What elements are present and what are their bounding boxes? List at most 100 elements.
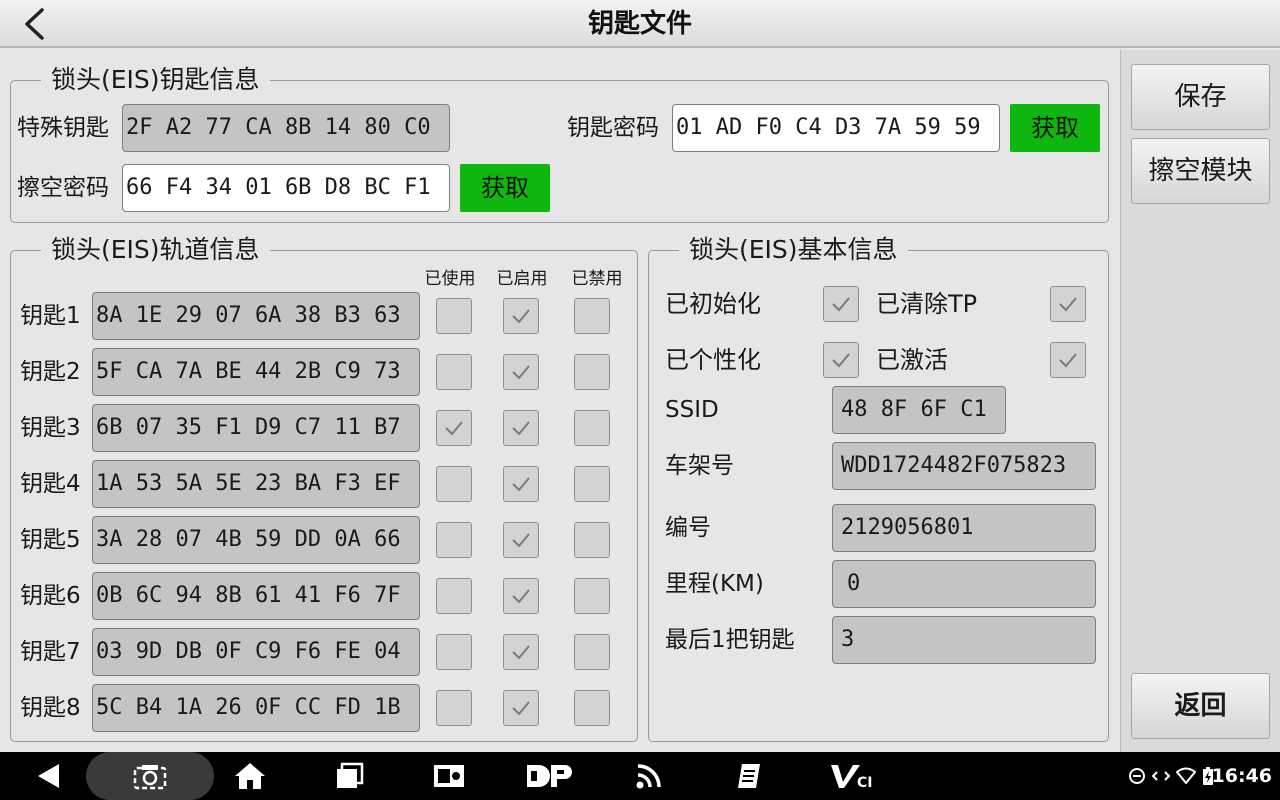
key-track-value-field: 5F CA 7A BE 44 2B C9 73	[92, 348, 420, 396]
key-row-label: 钥匙6	[20, 583, 81, 609]
activated-checkbox[interactable]	[1050, 342, 1086, 378]
status-icons	[1128, 752, 1214, 800]
key-used-checkbox[interactable]	[436, 634, 472, 670]
key-enabled-checkbox[interactable]	[503, 466, 539, 502]
checkmark-icon	[512, 365, 530, 380]
svg-text:CI: CI	[857, 775, 872, 790]
save-button[interactable]: 保存	[1131, 64, 1270, 130]
checkmark-icon	[832, 353, 850, 368]
key-enabled-checkbox[interactable]	[503, 410, 539, 446]
page-title: 钥匙文件	[587, 9, 692, 39]
key-track-value-field: 6B 07 35 F1 D9 C7 11 B7	[92, 404, 420, 452]
ssid-field: 48 8F 6F C1	[832, 386, 1006, 434]
personalized-label: 已个性化	[665, 346, 761, 374]
checkmark-icon	[512, 477, 530, 492]
key-row-label: 钥匙5	[20, 527, 81, 553]
get-key-password-button[interactable]: 获取	[1010, 104, 1100, 152]
column-header-enabled: 已启用	[496, 269, 548, 289]
key-disabled-checkbox[interactable]	[574, 578, 610, 614]
track-info-legend: 锁头(EIS)轨道信息	[41, 234, 270, 266]
key-enabled-checkbox[interactable]	[503, 298, 539, 334]
tp-cleared-label: 已清除TP	[876, 290, 978, 318]
recent-apps-icon[interactable]	[324, 752, 374, 800]
key-track-value-field: 0B 6C 94 8B 61 41 F6 7F	[92, 572, 420, 620]
checkmark-icon	[512, 589, 530, 604]
basic-info-legend: 锁头(EIS)基本信息	[679, 234, 908, 266]
key-used-checkbox[interactable]	[436, 298, 472, 334]
key-enabled-checkbox[interactable]	[503, 522, 539, 558]
back-triangle-icon[interactable]	[24, 752, 74, 800]
mileage-field: 0	[832, 560, 1096, 608]
key-track-value-field: 8A 1E 29 07 6A 38 B3 63	[92, 292, 420, 340]
last-key-field: 3	[832, 616, 1096, 664]
key-disabled-checkbox[interactable]	[574, 466, 610, 502]
key-used-checkbox[interactable]	[436, 410, 472, 446]
special-key-label: 特殊钥匙	[17, 115, 109, 141]
key-used-checkbox[interactable]	[436, 522, 472, 558]
key-info-legend: 锁头(EIS)钥匙信息	[41, 64, 270, 96]
do-not-disturb-icon	[1129, 768, 1145, 784]
key-disabled-checkbox[interactable]	[574, 298, 610, 334]
key-disabled-checkbox[interactable]	[574, 690, 610, 726]
title-bar: 钥匙文件	[0, 0, 1280, 48]
activated-label: 已激活	[876, 346, 948, 374]
report-notes-icon[interactable]	[724, 752, 774, 800]
key-used-checkbox[interactable]	[436, 690, 472, 726]
tp-cleared-checkbox[interactable]	[1050, 286, 1086, 322]
key-row-label: 钥匙2	[20, 359, 81, 385]
key-track-value-field: 3A 28 07 4B 59 DD 0A 66	[92, 516, 420, 564]
key-row-label: 钥匙8	[20, 695, 81, 721]
vin-label: 车架号	[665, 453, 734, 479]
special-key-field: 2F A2 77 CA 8B 14 80 C0	[122, 104, 450, 152]
key-track-value-field: 5C B4 1A 26 0F CC FD 1B	[92, 684, 420, 732]
key-track-value-field: 03 9D DB 0F C9 F6 FE 04	[92, 628, 420, 676]
key-enabled-checkbox[interactable]	[503, 634, 539, 670]
key-row-label: 钥匙7	[20, 639, 81, 665]
key-used-checkbox[interactable]	[436, 466, 472, 502]
checkmark-icon	[1059, 353, 1077, 368]
vehicle-diagnostics-icon[interactable]	[424, 752, 474, 800]
return-button[interactable]: 返回	[1131, 673, 1270, 739]
checkmark-icon	[512, 701, 530, 716]
initialized-label: 已初始化	[665, 290, 761, 318]
initialized-checkbox[interactable]	[823, 286, 859, 322]
key-disabled-checkbox[interactable]	[574, 354, 610, 390]
erase-password-field[interactable]: 66 F4 34 01 6B D8 BC F1	[122, 164, 450, 212]
home-icon[interactable]	[225, 752, 275, 800]
ssid-label: SSID	[665, 397, 719, 423]
key-row-label: 钥匙3	[20, 415, 81, 441]
key-disabled-checkbox[interactable]	[574, 522, 610, 558]
key-password-field[interactable]: 01 AD F0 C4 D3 7A 59 59	[672, 104, 1000, 152]
dp-logo-icon[interactable]	[520, 752, 580, 800]
screenshot-icon[interactable]	[125, 752, 175, 800]
key-enabled-checkbox[interactable]	[503, 354, 539, 390]
chevron-left-icon	[25, 8, 44, 40]
vci-icon[interactable]: CI	[822, 752, 882, 800]
last-key-label: 最后1把钥匙	[665, 627, 795, 653]
key-disabled-checkbox[interactable]	[574, 410, 610, 446]
checkmark-icon	[512, 645, 530, 660]
get-erase-password-button[interactable]: 获取	[460, 164, 550, 212]
key-track-value-field: 1A 53 5A 5E 23 BA F3 EF	[92, 460, 420, 508]
checkmark-icon	[832, 297, 850, 312]
wifi-icon	[1176, 767, 1196, 784]
erase-password-label: 擦空密码	[17, 175, 109, 201]
data-transfer-icon	[1152, 771, 1170, 781]
checkmark-icon	[1059, 297, 1077, 312]
key-row-label: 钥匙1	[20, 303, 81, 329]
key-used-checkbox[interactable]	[436, 354, 472, 390]
basic-info-group: 锁头(EIS)基本信息	[648, 234, 1109, 742]
vin-field: WDD1724482F075823	[832, 442, 1096, 490]
key-enabled-checkbox[interactable]	[503, 690, 539, 726]
checkmark-icon	[512, 421, 530, 436]
remote-signal-icon[interactable]	[624, 752, 674, 800]
column-header-used: 已使用	[424, 269, 476, 289]
erase-module-button[interactable]: 擦空模块	[1131, 138, 1270, 204]
personalized-checkbox[interactable]	[823, 342, 859, 378]
key-row-label: 钥匙4	[20, 471, 81, 497]
key-used-checkbox[interactable]	[436, 578, 472, 614]
checkmark-icon	[512, 533, 530, 548]
key-disabled-checkbox[interactable]	[574, 634, 610, 670]
key-enabled-checkbox[interactable]	[503, 578, 539, 614]
back-arrow-button[interactable]	[12, 4, 56, 44]
